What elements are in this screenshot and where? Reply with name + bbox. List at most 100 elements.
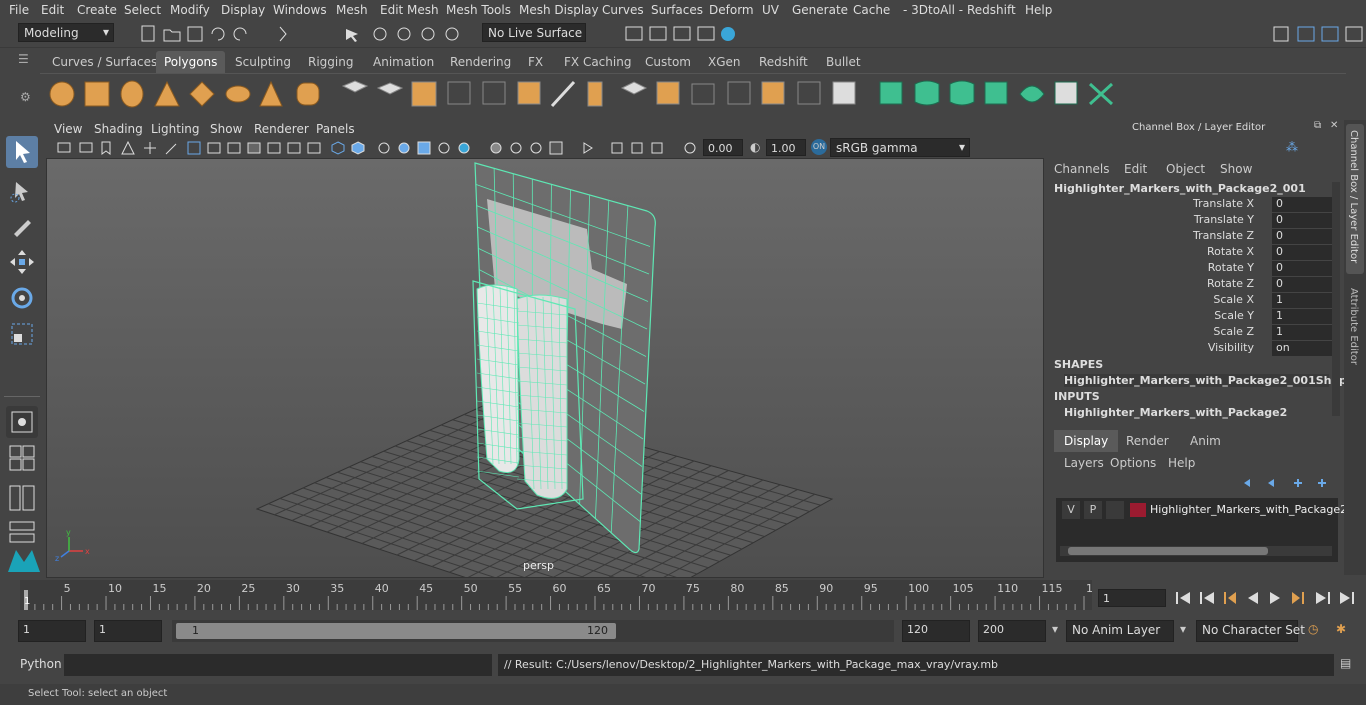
tab-fx-caching[interactable]: FX Caching bbox=[556, 51, 639, 73]
menu-create[interactable]: Create bbox=[77, 3, 117, 17]
attribute-value-field[interactable]: 0 bbox=[1272, 229, 1334, 244]
panel-menu-view[interactable]: View bbox=[54, 122, 82, 136]
end-time-field[interactable]: 200 bbox=[978, 620, 1046, 642]
scale-tool-icon[interactable] bbox=[6, 318, 38, 350]
start-time-field[interactable]: 1 bbox=[18, 620, 86, 642]
attribute-value-field[interactable]: 0 bbox=[1272, 261, 1334, 276]
anim-layer-dropdown[interactable]: No Anim Layer bbox=[1066, 620, 1174, 642]
cb-menu-channels[interactable]: Channels bbox=[1054, 162, 1110, 176]
menu-redshift[interactable]: Redshift bbox=[967, 3, 1016, 17]
layer-menu-options[interactable]: Options bbox=[1110, 456, 1156, 470]
time-slider[interactable]: 5 10 15 20 25 30 35 40 45 50 55 60 65 70 75 80 85 90 95 100… bbox=[0, 580, 1366, 614]
menu-deform[interactable]: Deform bbox=[709, 3, 754, 17]
menu-select[interactable]: Select bbox=[124, 3, 161, 17]
menu-surfaces[interactable]: Surfaces bbox=[651, 3, 703, 17]
menu-help[interactable]: Help bbox=[1025, 3, 1052, 17]
tab-fx[interactable]: FX bbox=[520, 51, 551, 73]
script-editor-icon[interactable]: ▤ bbox=[1340, 656, 1351, 670]
range-track[interactable]: 1 120 bbox=[172, 620, 894, 642]
attribute-value-field[interactable]: on bbox=[1272, 341, 1334, 356]
layer-menu-help[interactable]: Help bbox=[1168, 456, 1195, 470]
panel-menu-show[interactable]: Show bbox=[210, 122, 242, 136]
select-tool-icon[interactable] bbox=[6, 136, 38, 168]
perspective-viewport[interactable]: x y z persp bbox=[46, 158, 1044, 578]
menu-uv[interactable]: UV bbox=[762, 3, 779, 17]
tab-curves-surfaces[interactable]: Curves / Surfaces bbox=[44, 51, 165, 73]
menu-modify[interactable]: Modify bbox=[170, 3, 210, 17]
panel-menu-renderer[interactable]: Renderer bbox=[254, 122, 309, 136]
close-icon[interactable]: ✕ bbox=[1330, 120, 1338, 131]
character-set-dropdown[interactable]: No Character Set bbox=[1196, 620, 1305, 642]
side-tab-attribute-editor[interactable]: Attribute Editor bbox=[1346, 282, 1364, 382]
cb-menu-show[interactable]: Show bbox=[1220, 162, 1252, 176]
lasso-tool-icon[interactable] bbox=[6, 174, 38, 206]
colorspace-dropdown[interactable]: sRGB gamma ▾ bbox=[830, 138, 970, 157]
tab-redshift[interactable]: Redshift bbox=[751, 51, 816, 73]
command-input[interactable] bbox=[64, 654, 492, 676]
panel-menu-shading[interactable]: Shading bbox=[94, 122, 143, 136]
layer-display-type[interactable] bbox=[1106, 501, 1124, 519]
single-pane-layout-icon[interactable] bbox=[6, 406, 38, 438]
menu-display[interactable]: Display bbox=[221, 3, 265, 17]
paint-select-tool-icon[interactable] bbox=[6, 210, 38, 242]
outliner-layout-icon[interactable] bbox=[6, 482, 38, 514]
layer-menu-layers[interactable]: Layers bbox=[1064, 456, 1104, 470]
attribute-value-field[interactable]: 1 bbox=[1272, 293, 1334, 308]
four-pane-layout-icon[interactable] bbox=[6, 442, 38, 474]
tab-anim[interactable]: Anim bbox=[1182, 430, 1229, 452]
tab-xgen[interactable]: XGen bbox=[700, 51, 749, 73]
range-bar[interactable]: 1 120 bbox=[176, 623, 616, 639]
channel-box-scrollbar[interactable] bbox=[1332, 182, 1340, 416]
attribute-value-field[interactable]: 0 bbox=[1272, 197, 1334, 212]
attribute-value-field[interactable]: 0 bbox=[1272, 245, 1334, 260]
shape-node[interactable]: Highlighter_Markers_with_Package2_001Sha… bbox=[1064, 374, 1354, 387]
menu-edit-mesh[interactable]: Edit Mesh bbox=[380, 3, 439, 17]
animation-preferences-icon[interactable]: ✱ bbox=[1336, 622, 1346, 636]
menu-curves[interactable]: Curves bbox=[602, 3, 644, 17]
attribute-value-field[interactable]: 0 bbox=[1272, 277, 1334, 292]
panel-menu-panels[interactable]: Panels bbox=[316, 122, 355, 136]
menu-file[interactable]: File bbox=[9, 3, 29, 17]
attribute-value-field[interactable]: 0 bbox=[1272, 213, 1334, 228]
scroll-thumb[interactable] bbox=[1068, 547, 1268, 555]
current-frame-field[interactable]: 1 bbox=[1098, 589, 1166, 607]
script-language-label[interactable]: Python bbox=[20, 657, 62, 671]
layer-playback-toggle[interactable]: P bbox=[1084, 501, 1102, 519]
side-tab-channel-box[interactable]: Channel Box / Layer Editor bbox=[1346, 124, 1364, 274]
tab-rigging[interactable]: Rigging bbox=[300, 51, 361, 73]
tab-animation[interactable]: Animation bbox=[365, 51, 442, 73]
mode-dropdown[interactable]: Modeling ▾ bbox=[18, 23, 114, 42]
input-node[interactable]: Highlighter_Markers_with_Package2 bbox=[1064, 406, 1287, 419]
tab-polygons[interactable]: Polygons bbox=[156, 51, 226, 73]
menu-cache[interactable]: Cache bbox=[853, 3, 890, 17]
panel-menu-lighting[interactable]: Lighting bbox=[151, 122, 200, 136]
menu-windows[interactable]: Windows bbox=[273, 3, 327, 17]
attribute-value-field[interactable]: 1 bbox=[1272, 325, 1334, 340]
float-panel-icon[interactable]: ⧉ bbox=[1314, 120, 1321, 131]
rotate-tool-icon[interactable] bbox=[6, 282, 38, 314]
tab-display[interactable]: Display bbox=[1054, 430, 1119, 452]
layer-visibility-toggle[interactable]: V bbox=[1062, 501, 1080, 519]
tab-sculpting[interactable]: Sculpting bbox=[227, 51, 299, 73]
playback-start-field[interactable]: 1 bbox=[94, 620, 162, 642]
menu-generate[interactable]: Generate bbox=[792, 3, 848, 17]
menu-mesh[interactable]: Mesh bbox=[336, 3, 368, 17]
menu-mesh-display[interactable]: Mesh Display bbox=[519, 3, 599, 17]
tab-bullet[interactable]: Bullet bbox=[818, 51, 869, 73]
playback-end-field[interactable]: 120 bbox=[902, 620, 970, 642]
auto-key-icon[interactable]: ◷ bbox=[1308, 622, 1318, 636]
live-surface-field[interactable]: No Live Surface bbox=[482, 23, 586, 42]
shelf-menu-icon[interactable]: ☰ bbox=[18, 52, 38, 72]
menu-mesh-tools[interactable]: Mesh Tools bbox=[446, 3, 511, 17]
tab-custom[interactable]: Custom bbox=[637, 51, 699, 73]
layer-name[interactable]: Highlighter_Markers_with_Package2_ bbox=[1150, 503, 1353, 516]
cb-menu-object[interactable]: Object bbox=[1166, 162, 1205, 176]
layer-hscrollbar[interactable] bbox=[1060, 546, 1332, 556]
menu-3dtoall[interactable]: - 3DtoAll - bbox=[903, 3, 963, 17]
shelf-settings-gear-icon[interactable]: ⚙ bbox=[20, 90, 31, 104]
tab-rendering[interactable]: Rendering bbox=[442, 51, 519, 73]
timeline-track[interactable]: 5 10 15 20 25 30 35 40 45 50 55 60 65 70 75 80 85 90 95 100… bbox=[20, 580, 1100, 610]
exposure-field[interactable]: 0.00 bbox=[703, 139, 743, 156]
tab-render[interactable]: Render bbox=[1118, 430, 1177, 452]
menu-edit[interactable]: Edit bbox=[41, 3, 64, 17]
